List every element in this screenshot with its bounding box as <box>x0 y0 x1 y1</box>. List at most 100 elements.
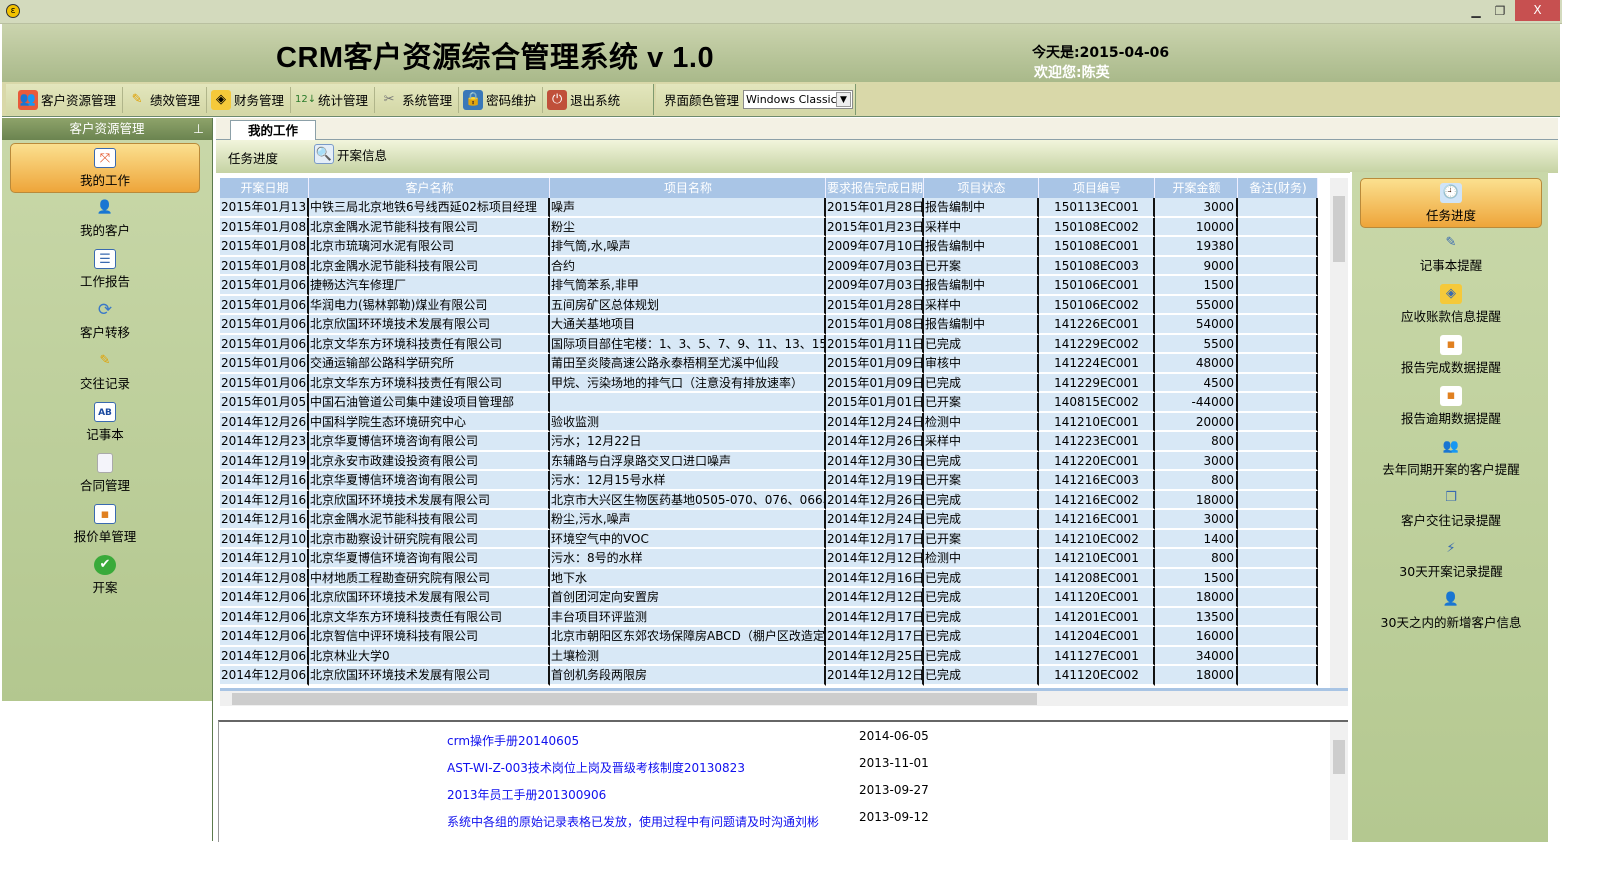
table-row[interactable]: 2014年12月26日 中国科学院生态环境研究中心 验收监测 2014年12月24日检… <box>220 412 1318 432</box>
nav-open-case[interactable]: ✔ 开案 <box>10 551 200 601</box>
nav-my-work[interactable]: ⤧ 我的工作 <box>10 143 200 193</box>
table-row[interactable]: 2015年01月06日 交通运输部公路科学研究所 莆田至炎陵高速公路永泰梧桐至尤溪中… <box>220 354 1318 374</box>
pin-icon[interactable]: ⊥ <box>193 118 204 140</box>
toolbar-exit[interactable]: ⏻ 退出系统 <box>543 87 626 113</box>
table-row[interactable]: 2015年01月08日 北京金隅水泥节能科技有限公司 粉尘 2015年01月23日 采样… <box>220 217 1318 237</box>
table-row[interactable]: 2015年01月05日 中国石油管道公司集中建设项目管理部 2015年01月01日已… <box>220 393 1318 413</box>
case-info-button[interactable]: 🔍 开案信息 <box>314 144 387 164</box>
table-cell: 2014年12月12日 <box>826 666 924 686</box>
table-cell <box>1238 334 1318 354</box>
table-cell: 北京金隅水泥节能科技有限公司 <box>309 510 550 530</box>
table-horizontal-scrollbar[interactable] <box>220 688 1348 706</box>
table-vertical-scrollbar[interactable] <box>1330 178 1348 688</box>
reminder-item[interactable]: 🕘 任务进度 <box>1360 178 1542 228</box>
table-row[interactable]: 2014年12月10日 北京华夏博信环境咨询有限公司 污水：8号的水样 2014年12… <box>220 549 1318 569</box>
table-row[interactable]: 2014年12月16日 北京华夏博信环境咨询有限公司 污水：12月15号水样 2014… <box>220 471 1318 491</box>
table-cell: 3000 <box>1155 510 1238 530</box>
minimize-button[interactable]: ▁ <box>1466 2 1486 20</box>
toolbar-customer-resource[interactable]: 👥 客户资源管理 <box>14 86 124 113</box>
nav-my-customers[interactable]: 👤 我的客户 <box>10 194 200 244</box>
toolbar-system[interactable]: ✂ 系统管理 <box>375 86 460 113</box>
column-header[interactable]: 项目编号 <box>1039 178 1155 198</box>
table-row[interactable]: 2014年12月06日 北京文华东方环境科技责任有限公司 丰台项目环评监测 2014年… <box>220 607 1318 627</box>
document-scrollbar[interactable] <box>1330 722 1348 840</box>
table-row[interactable]: 2014年12月16日 北京金隅水泥节能科技有限公司 粉尘,污水,噪声 2014年12… <box>220 510 1318 530</box>
table-cell: 中国科学院生态环境研究中心 <box>309 412 550 432</box>
toolbar-finance[interactable]: ◈ 财务管理 <box>207 86 292 113</box>
reminder-item[interactable]: ▪ 报告逾期数据提醒 <box>1360 382 1542 432</box>
tab-my-work[interactable]: 我的工作 <box>230 120 316 141</box>
table-row[interactable]: 2014年12月16日 北京欣国环环境技术发展有限公司 北京市大兴区生物医药基地05… <box>220 490 1318 510</box>
table-row[interactable]: 2014年12月19日 北京永安市政建设投资有限公司 东辅路与白浮泉路交叉口进口噪声… <box>220 451 1318 471</box>
table-row[interactable]: 2014年12月06日 北京欣国环环境技术发展有限公司 首创团河定向安置房 2014年… <box>220 588 1318 608</box>
table-cell: 34000 <box>1155 646 1238 666</box>
table-row[interactable]: 2015年01月06日 北京文华东方环境科技责任有限公司 国际项目部住宅楼：1、3、… <box>220 334 1318 354</box>
scroll-thumb[interactable] <box>1333 196 1345 262</box>
table-cell: 2014年12月26日 <box>826 432 924 452</box>
table-cell: 141120EC002 <box>1039 666 1155 686</box>
reminder-item[interactable]: ⚡ 30天开案记录提醒 <box>1360 535 1542 585</box>
table-row[interactable]: 2015年01月13日 中铁三局北京地铁6号线西延02标项目经理 噪声 2015年01… <box>220 198 1318 218</box>
toolbar-password[interactable]: 🔒 密码维护 <box>459 86 544 113</box>
table-row[interactable]: 2014年12月06日 北京林业大学0 土壤检测 2014年12月25日 已完成 1411… <box>220 646 1318 666</box>
column-header[interactable]: 备注(财务) <box>1238 178 1318 198</box>
reminder-item[interactable]: ❐ 客户交往记录提醒 <box>1360 484 1542 534</box>
nav-quote-management[interactable]: ▪ 报价单管理 <box>10 500 200 550</box>
restore-button[interactable]: ❐ <box>1490 2 1510 20</box>
scroll-thumb[interactable] <box>1333 740 1345 774</box>
table-row[interactable]: 2014年12月10日 北京市勘察设计研究院有限公司 环境空气中的VOC 2014年1… <box>220 529 1318 549</box>
table-row[interactable]: 2014年12月23日 北京华夏博信环境咨询有限公司 污水；12月22日 2014年1… <box>220 432 1318 452</box>
table-cell: 合约 <box>550 256 826 276</box>
table-cell: 2014年12月16日 <box>220 471 309 491</box>
table-row[interactable]: 2014年12月08日 中材地质工程勘查研究院有限公司 地下水 2014年12月16日… <box>220 568 1318 588</box>
nav-customer-transfer[interactable]: ⟳ 客户转移 <box>10 296 200 346</box>
table-row[interactable]: 2015年01月08日 北京金隅水泥节能科技有限公司 合约 2009年07月03日 已开… <box>220 256 1318 276</box>
table-cell: 中铁三局北京地铁6号线西延02标项目经理 <box>309 198 550 218</box>
column-header[interactable]: 要求报告完成日期 <box>826 178 924 198</box>
table-cell: 2014年12月17日 <box>826 607 924 627</box>
table-cell: 已完成 <box>924 588 1039 608</box>
table-cell: 北京金隅水泥节能科技有限公司 <box>309 256 550 276</box>
table-row[interactable]: 2015年01月06日 捷畅达汽车修理厂 排气筒苯系,非甲 2009年07月03日 报告… <box>220 276 1318 296</box>
close-button[interactable]: X <box>1515 0 1560 21</box>
document-link[interactable]: 2013年员工手册201300906 <box>447 786 606 803</box>
reminder-item[interactable]: 👤 30天之内的新增客户信息 <box>1360 586 1542 636</box>
table-row[interactable]: 2014年12月06日 北京欣国环环境技术发展有限公司 首创机务段两限房 2014年1… <box>220 666 1318 686</box>
welcome-user: 欢迎您:陈英 <box>1034 65 1110 81</box>
reminder-item[interactable]: ◈ 应收账款信息提醒 <box>1360 280 1542 330</box>
table-cell: 2014年12月12日 <box>826 588 924 608</box>
reminder-item[interactable]: ▪ 报告完成数据提醒 <box>1360 331 1542 381</box>
column-header[interactable]: 客户名称 <box>309 178 550 198</box>
table-cell: 2014年12月16日 <box>220 510 309 530</box>
reminder-item[interactable]: 👥 去年同期开案的客户提醒 <box>1360 433 1542 483</box>
column-header[interactable]: 开案金额 <box>1155 178 1238 198</box>
scroll-thumb[interactable] <box>232 693 1037 705</box>
nav-notepad[interactable]: AB 记事本 <box>10 398 200 448</box>
left-panel-blank <box>2 701 213 841</box>
table-row[interactable]: 2015年01月08日 北京市琉璃河水泥有限公司 排气筒,水,噪声 2009年07月1… <box>220 237 1318 257</box>
document-link[interactable]: crm操作手册20140605 <box>447 732 579 749</box>
table-cell: 已完成 <box>924 334 1039 354</box>
toolbar-statistics[interactable]: 12↓ 统计管理 <box>291 86 376 113</box>
table-cell: 5500 <box>1155 334 1238 354</box>
table-row[interactable]: 2015年01月06日 北京文华东方环境科技责任有限公司 甲烷、污染场地的排气口（注… <box>220 373 1318 393</box>
table-cell: 北京文华东方环境科技责任有限公司 <box>309 607 550 627</box>
table-row[interactable]: 2015年01月06日 华润电力(锡林郭勒)煤业有限公司 五间房矿区总体规划 2015… <box>220 295 1318 315</box>
theme-select[interactable]: Windows Classic ▼ <box>743 90 854 109</box>
nav-contact-records[interactable]: ✎ 交往记录 <box>10 347 200 397</box>
document-link[interactable]: 系统中各组的原始记录表格已发放，使用过程中有问题请及时沟通刘彬 <box>447 813 819 830</box>
task-progress-button[interactable]: 任务进度 <box>228 148 278 167</box>
table-cell <box>1238 646 1318 666</box>
column-header[interactable]: 项目状态 <box>924 178 1039 198</box>
reminder-item[interactable]: ✎ 记事本提醒 <box>1360 229 1542 279</box>
nav-contract-management[interactable]: 合同管理 <box>10 449 200 499</box>
document-link[interactable]: AST-WI-Z-003技术岗位上岗及晋级考核制度20130823 <box>447 759 745 776</box>
table-row[interactable]: 2014年12月06日 北京智信中评环境科技有限公司 北京市朝阳区东郊农场保障房AB… <box>220 627 1318 647</box>
table-cell: 141220EC001 <box>1039 451 1155 471</box>
toolbar-performance[interactable]: ✎ 绩效管理 <box>123 86 208 113</box>
column-header[interactable]: 开案日期 <box>220 178 309 198</box>
nav-work-report[interactable]: ☰ 工作报告 <box>10 245 200 295</box>
table-cell: 2014年12月16日 <box>826 568 924 588</box>
table-row[interactable]: 2015年01月06日 北京欣国环环境技术发展有限公司 大通关基地项目 2015年01… <box>220 315 1318 335</box>
column-header[interactable]: 项目名称 <box>550 178 826 198</box>
